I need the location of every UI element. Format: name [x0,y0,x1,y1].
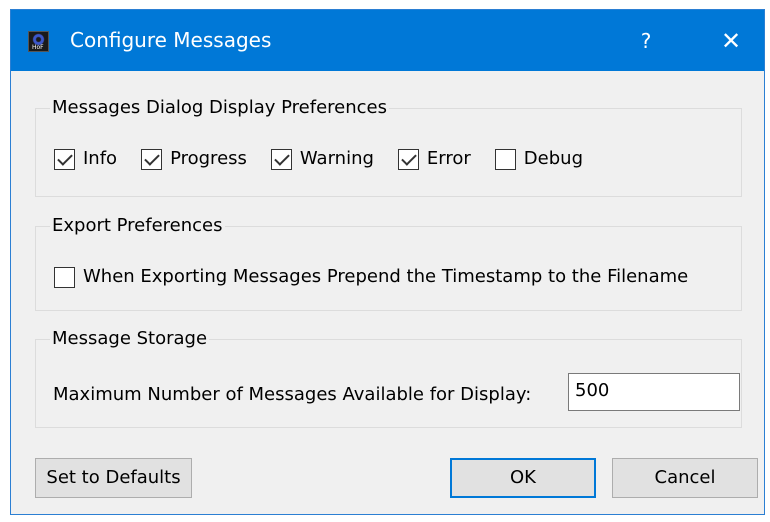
max-messages-label: Maximum Number of Messages Available for… [53,384,532,405]
checkbox-debug[interactable]: Debug [494,147,583,171]
message-storage-title: Message Storage [50,327,210,351]
checkbox-prepend-timestamp-box[interactable] [54,266,75,288]
configure-messages-dialog: HoF Configure Messages ? ✕ Messages Dial… [10,9,765,515]
checkbox-debug-label: Debug [523,148,583,169]
checkbox-info[interactable]: Info [54,147,117,171]
window-title: Configure Messages [70,28,272,52]
checkbox-prepend-timestamp[interactable]: When Exporting Messages Prepend the Time… [54,265,688,289]
checkbox-warning-label: Warning [299,148,374,169]
cancel-button[interactable]: Cancel [612,458,758,498]
checkbox-progress[interactable]: Progress [141,147,247,171]
ok-button[interactable]: OK [450,458,596,498]
checkbox-warning-box[interactable] [270,148,292,170]
checkbox-prepend-timestamp-label: When Exporting Messages Prepend the Time… [83,266,689,287]
checkbox-progress-box[interactable] [141,148,163,170]
display-preferences-checkboxes: Info Progress Warning Error Debug [54,147,607,171]
checkbox-error[interactable]: Error [397,147,471,171]
help-button[interactable]: ? [626,21,666,61]
app-icon: HoF [28,31,49,52]
title-bar[interactable]: HoF Configure Messages ? ✕ [11,10,764,71]
checkbox-debug-box[interactable] [494,148,516,170]
app-icon-text: HoF [32,44,44,51]
export-preferences-group: Export Preferences When Exporting Messag… [35,214,742,311]
checkbox-warning[interactable]: Warning [270,147,374,171]
checkbox-info-label: Info [83,148,118,169]
export-timestamp-row: When Exporting Messages Prepend the Time… [54,265,712,289]
checkbox-error-box[interactable] [397,148,419,170]
display-preferences-group: Messages Dialog Display Preferences Info… [35,96,742,197]
checkbox-progress-label: Progress [170,148,247,169]
checkbox-info-box[interactable] [54,148,75,170]
message-storage-group: Message Storage Maximum Number of Messag… [35,327,742,428]
set-to-defaults-button[interactable]: Set to Defaults [35,458,192,498]
export-preferences-title: Export Preferences [50,214,225,238]
display-preferences-title: Messages Dialog Display Preferences [50,96,389,120]
max-messages-input[interactable]: 500 [568,373,740,411]
checkbox-error-label: Error [426,148,471,169]
close-button[interactable]: ✕ [711,21,751,61]
